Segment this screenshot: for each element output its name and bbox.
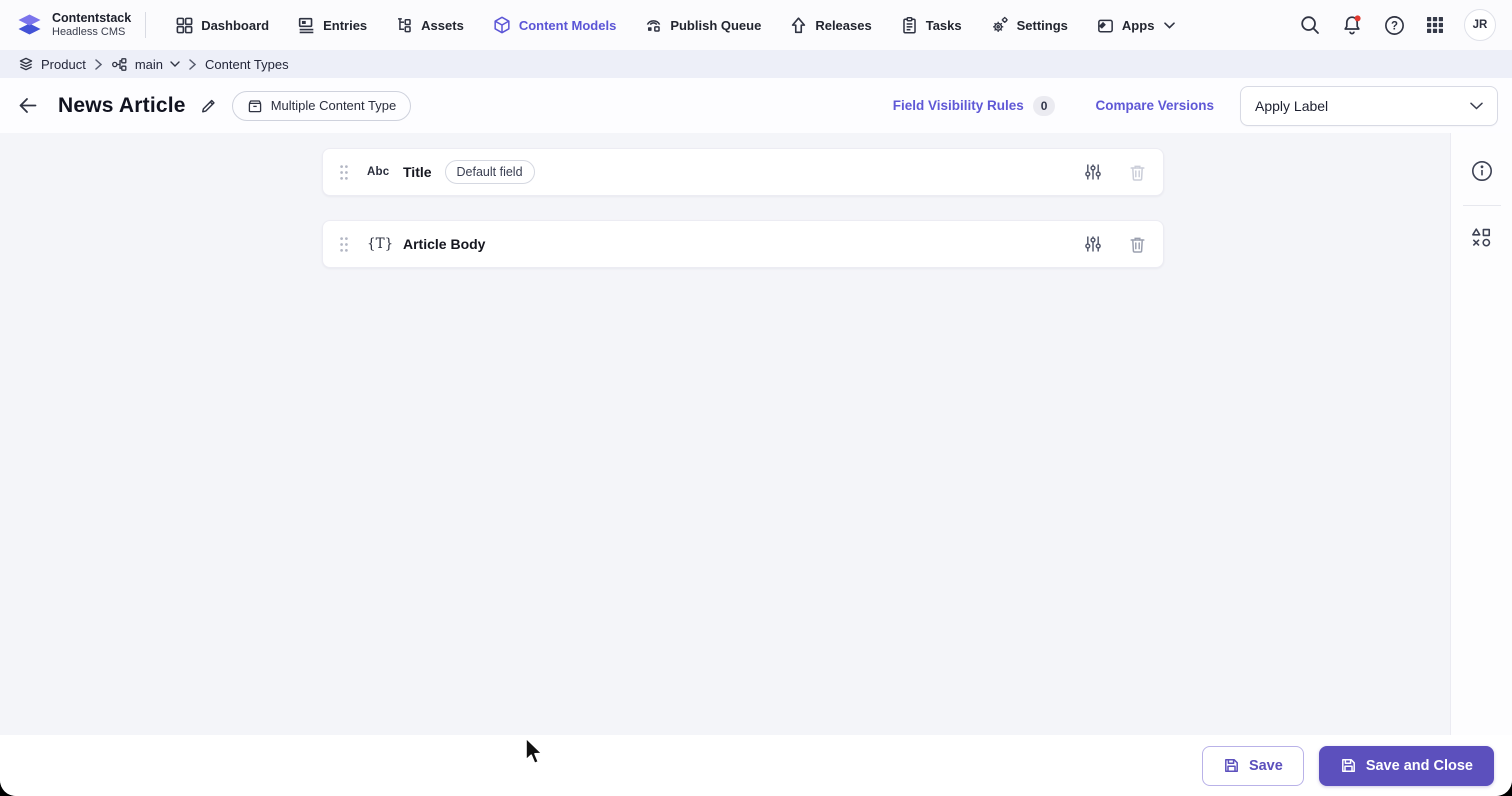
stack-icon [18,56,34,72]
branch-icon [111,56,128,73]
breadcrumb-section-label[interactable]: Content Types [205,57,289,72]
apps-icon [1096,16,1115,35]
breadcrumb: Product main Content Types [0,50,1512,78]
nav-entries[interactable]: Entries [297,16,367,35]
widgets-icon[interactable] [1470,226,1493,249]
delete-field-icon[interactable] [1128,235,1147,254]
chevron-down-icon [1164,21,1176,29]
nav-dashboard[interactable]: Dashboard [175,16,269,35]
user-avatar[interactable]: JR [1464,9,1496,41]
nav-label: Releases [815,17,872,33]
page-header: News Article Multiple Content Type Field… [0,78,1512,133]
breadcrumb-stack-label: Product [41,56,86,72]
save-and-close-button[interactable]: Save and Close [1318,745,1494,786]
content-area: Abc Title Default field {T} Article Body [0,133,1512,735]
save-button-label: Save [1248,757,1283,774]
archive-box-icon [247,98,263,114]
save-button[interactable]: Save [1201,745,1304,786]
breadcrumb-branch[interactable]: main [111,56,180,73]
nav-label: Entries [323,17,368,33]
notifications-icon[interactable] [1340,13,1364,37]
brand-title: Contentstack [52,10,132,25]
nav-label: Assets [421,17,464,33]
field-visibility-rules-label: Field Visibility Rules [892,98,1024,113]
nav-label: Content Models [518,17,617,33]
search-icon[interactable] [1299,14,1321,36]
field-settings-icon[interactable] [1084,163,1102,181]
field-row-title[interactable]: Abc Title Default field [322,148,1164,196]
tasks-icon [900,16,919,35]
chevron-down-icon [170,61,180,67]
chevron-down-icon [1470,102,1483,110]
field-visibility-rules-count: 0 [1032,95,1056,116]
assets-icon [395,16,414,35]
edit-title-icon[interactable] [196,94,219,117]
delete-field-icon[interactable] [1128,163,1147,182]
field-settings-icon[interactable] [1084,235,1102,253]
page-title: News Article [58,93,186,117]
breadcrumb-branch-label: main [134,56,163,72]
top-navigation: Contentstack Headless CMS Dashboard Entr… [0,0,1512,50]
nav-assets[interactable]: Assets [395,16,464,35]
nav-tasks[interactable]: Tasks [900,16,962,35]
compare-versions-label: Compare Versions [1095,98,1214,113]
save-icon [1340,757,1357,774]
settings-icon [990,15,1010,35]
entries-icon [297,16,316,35]
compare-versions-link[interactable]: Compare Versions [1095,98,1214,113]
chevron-right-icon [95,58,102,70]
sidebar-divider [1462,205,1501,206]
nav-label: Dashboard [201,17,270,33]
brand-subtitle: Headless CMS [52,26,126,39]
nav-label: Apps [1121,17,1155,33]
chevron-right-icon [189,58,196,70]
nav-publish-queue[interactable]: Publish Queue [644,16,761,35]
nav-label: Tasks [925,17,962,33]
field-visibility-rules-link[interactable]: Field Visibility Rules 0 [892,95,1056,116]
default-field-badge: Default field [444,160,535,184]
back-button[interactable] [16,94,39,117]
releases-icon [789,16,808,35]
info-icon[interactable] [1469,158,1495,184]
app-grid-icon[interactable] [1425,15,1445,35]
field-name: Article Body [403,236,486,252]
nav-content-models[interactable]: Content Models [492,15,617,35]
header-actions: Field Visibility Rules 0 Compare Version… [892,85,1498,126]
footer-actions: Save Save and Close [0,735,1512,796]
svg-text:?: ? [1391,20,1398,32]
notification-dot [1354,15,1361,22]
save-and-close-button-label: Save and Close [1365,757,1473,774]
nav-label: Publish Queue [670,17,762,33]
apply-label-value: Apply Label [1255,97,1329,114]
dashboard-icon [175,16,194,35]
contentstack-logo-icon [16,12,43,39]
content-models-icon [492,15,512,35]
help-icon[interactable]: ? [1383,14,1406,37]
breadcrumb-stack[interactable]: Product [18,56,86,72]
nav-divider [145,12,147,38]
content-type-badge[interactable]: Multiple Content Type [231,90,412,121]
single-line-text-icon: Abc [367,166,390,178]
drag-handle-icon[interactable] [339,164,349,181]
publish-queue-icon [644,16,663,35]
drag-handle-icon[interactable] [339,236,349,253]
json-rte-icon: {T} [367,236,394,252]
topnav-right-cluster: ? JR [1299,9,1496,41]
right-sidebar [1450,133,1512,735]
app-window: Contentstack Headless CMS Dashboard Entr… [0,0,1512,796]
nav-releases[interactable]: Releases [789,16,872,35]
apply-label-dropdown[interactable]: Apply Label [1240,85,1498,126]
nav-label: Settings [1016,17,1068,33]
field-row-article-body[interactable]: {T} Article Body [322,220,1164,268]
nav-apps[interactable]: Apps [1096,16,1176,35]
brand-home-link[interactable]: Contentstack Headless CMS [16,11,131,40]
save-icon [1223,757,1240,774]
field-name: Title [403,164,432,180]
content-type-badge-label: Multiple Content Type [270,98,397,113]
nav-settings[interactable]: Settings [990,15,1068,35]
